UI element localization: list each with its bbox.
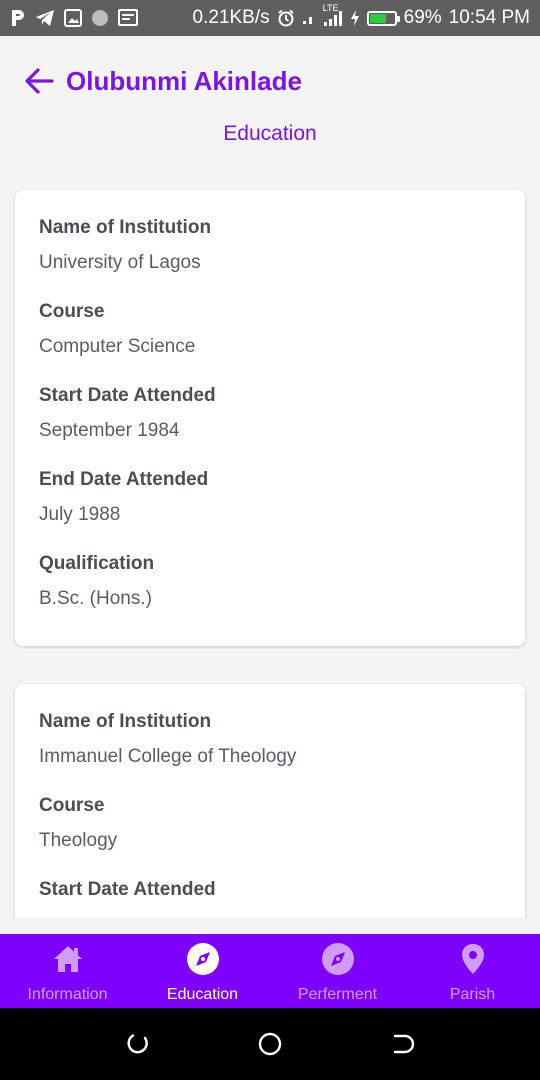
cell-signal-icon: LTE <box>323 3 343 27</box>
nav-label: Education <box>166 986 239 1003</box>
status-system-icons: 0.21KB/s LTE 69% 10:54 PM <box>192 3 530 29</box>
nav-item-parish[interactable]: Parish <box>405 934 540 1008</box>
page-title: Education <box>223 122 317 145</box>
alarm-icon <box>277 9 295 27</box>
app-header: Olubunmi Akinlade Education <box>0 36 540 186</box>
screen-icon <box>118 9 138 27</box>
education-card: Name of Institution Immanuel College of … <box>15 684 525 918</box>
bottom-navigation: Information Education Perferment Parish <box>0 934 540 1008</box>
battery-percent: 69% <box>403 7 442 28</box>
nav-label: Parish <box>449 986 496 1003</box>
arrow-left-icon <box>25 68 54 94</box>
field-value: Computer Science <box>39 336 196 357</box>
home-circle-icon <box>258 1032 282 1056</box>
field-label: End Date Attended <box>39 469 209 490</box>
field-value: September 1984 <box>39 420 180 441</box>
home-button[interactable] <box>250 1024 290 1064</box>
nav-label: Perferment <box>297 986 378 1003</box>
charging-icon <box>350 10 360 26</box>
back-icon <box>394 1034 415 1054</box>
location-pin-icon <box>456 942 490 976</box>
status-notification-icons <box>10 8 138 28</box>
field-start-date: Start Date Attended <box>39 878 501 902</box>
field-label: Start Date Attended <box>39 385 216 406</box>
field-value: Theology <box>39 830 118 851</box>
p-app-icon <box>10 8 26 28</box>
back-button[interactable] <box>22 64 56 98</box>
system-back-button[interactable] <box>383 1024 423 1064</box>
field-end-date: End Date Attended July 1988 <box>39 468 501 527</box>
field-value: Immanuel College of Theology <box>39 746 297 767</box>
nav-item-perferment[interactable]: Perferment <box>270 934 405 1008</box>
dot-icon <box>91 9 109 27</box>
battery-level <box>369 13 387 23</box>
field-qualification: Qualification B.Sc. (Hons.) <box>39 552 501 611</box>
field-start-date: Start Date Attended September 1984 <box>39 384 501 443</box>
education-list[interactable]: Name of Institution University of Lagos … <box>0 186 540 918</box>
nav-item-education[interactable]: Education <box>135 934 270 1008</box>
field-label: Course <box>39 301 105 322</box>
field-institution: Name of Institution University of Lagos <box>39 216 501 275</box>
field-label: Name of Institution <box>39 711 212 732</box>
battery-icon <box>366 10 400 26</box>
field-value: B.Sc. (Hons.) <box>39 588 152 609</box>
system-navigation <box>0 1008 540 1080</box>
compass-icon <box>321 942 355 976</box>
field-value: University of Lagos <box>39 252 201 273</box>
nav-item-information[interactable]: Information <box>0 934 135 1008</box>
field-label: Name of Institution <box>39 217 212 238</box>
telegram-icon <box>35 9 55 27</box>
gallery-icon <box>64 9 82 27</box>
status-bar: 0.21KB/s LTE 69% 10:54 PM <box>0 0 540 36</box>
recent-apps-button[interactable] <box>117 1024 157 1064</box>
field-course: Course Computer Science <box>39 300 501 359</box>
nav-label: Information <box>27 986 108 1003</box>
field-institution: Name of Institution Immanuel College of … <box>39 710 501 769</box>
recent-apps-icon <box>127 1034 148 1054</box>
education-card: Name of Institution University of Lagos … <box>15 190 525 646</box>
home-icon <box>51 942 85 976</box>
person-name: Olubunmi Akinlade <box>66 66 302 96</box>
network-type: LTE <box>322 3 339 13</box>
field-label: Start Date Attended <box>39 879 216 900</box>
field-value: July 1988 <box>39 504 121 525</box>
clock: 10:54 PM <box>448 7 530 28</box>
field-label: Course <box>39 795 105 816</box>
network-speed: 0.21KB/s <box>192 7 270 28</box>
compass-icon <box>186 942 220 976</box>
field-course: Course Theology <box>39 794 501 853</box>
field-label: Qualification <box>39 553 155 574</box>
wifi-signal-icon <box>302 10 316 26</box>
